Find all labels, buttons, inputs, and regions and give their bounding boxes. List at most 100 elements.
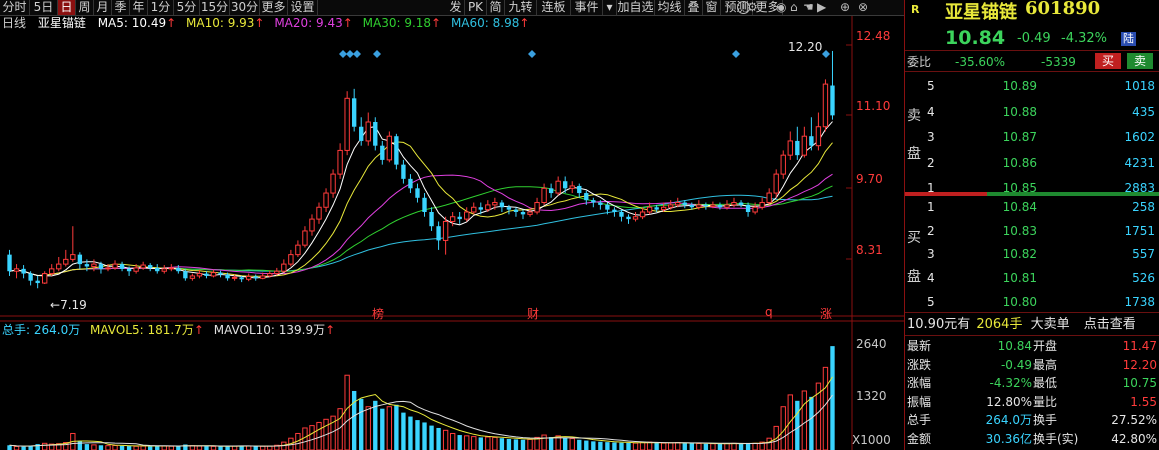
toolbar-button[interactable]: 发 bbox=[447, 0, 465, 15]
price-tick: 12.48 bbox=[856, 29, 891, 43]
volume-bar bbox=[13, 445, 20, 450]
stat-label: 最新 bbox=[907, 339, 932, 353]
ma30-line bbox=[9, 185, 833, 277]
candle-body bbox=[112, 263, 118, 269]
candle-body bbox=[577, 185, 582, 194]
candle-body bbox=[646, 206, 653, 213]
quick-buy-button[interactable]: 买 bbox=[1095, 53, 1121, 69]
candle-body bbox=[422, 197, 427, 212]
volume-bar bbox=[161, 445, 167, 450]
stat-value: 42.80% bbox=[1111, 431, 1157, 446]
toolbar-button[interactable]: 均线 bbox=[655, 0, 685, 15]
volume-bar bbox=[422, 422, 427, 450]
mavol5-label: MAVOL5: 181.7万 bbox=[90, 323, 194, 337]
candle-body bbox=[176, 267, 181, 272]
candle-body bbox=[210, 272, 217, 277]
volume-bar bbox=[724, 443, 730, 450]
kline-chart[interactable] bbox=[0, 16, 904, 450]
dropdown-arrow-icon[interactable]: ▾ bbox=[603, 0, 617, 15]
toolbar-button[interactable]: 简 bbox=[487, 0, 505, 15]
toolbar-button[interactable]: PK bbox=[465, 0, 487, 15]
period-tab[interactable]: 5日 bbox=[30, 0, 58, 15]
candle-body bbox=[302, 230, 308, 246]
candle-body bbox=[809, 136, 814, 146]
candle-body bbox=[773, 173, 779, 194]
volume-bar bbox=[795, 400, 800, 450]
big-order-row[interactable]: 10.90元有 2064手 大卖单 点击查看 bbox=[907, 317, 1159, 333]
event-marker-zhang[interactable]: 涨 bbox=[820, 305, 832, 322]
period-tab[interactable]: 5分 bbox=[174, 0, 200, 15]
period-tab[interactable]: 月 bbox=[94, 0, 112, 15]
candle-body bbox=[126, 268, 132, 272]
basket-icon[interactable]: ⌂ bbox=[790, 0, 798, 15]
toolbar-button[interactable]: 连板 bbox=[537, 0, 571, 15]
add-icon[interactable]: ⊕ bbox=[840, 0, 850, 15]
price-axis: 12.48 11.10 9.70 8.31 bbox=[852, 0, 902, 320]
hand-icon[interactable]: ☚ bbox=[803, 0, 814, 15]
volume-bar bbox=[569, 438, 575, 450]
period-tab[interactable]: 季 bbox=[112, 0, 130, 15]
candle-body bbox=[598, 202, 603, 205]
stat-value: 11.47 bbox=[1122, 339, 1157, 353]
candle-body bbox=[337, 149, 343, 175]
candle-body bbox=[183, 271, 188, 279]
candle-body bbox=[13, 268, 20, 272]
event-marker-q[interactable]: q bbox=[765, 305, 773, 319]
volume-bar bbox=[204, 446, 209, 450]
volume-bar bbox=[801, 390, 808, 450]
candle-body bbox=[148, 265, 153, 268]
candle-body bbox=[309, 218, 315, 232]
candle-body bbox=[408, 178, 413, 189]
period-tab[interactable]: 年 bbox=[130, 0, 148, 15]
view-link[interactable]: 点击查看 bbox=[1084, 317, 1136, 332]
candle-body bbox=[675, 202, 681, 206]
event-diamond bbox=[339, 50, 347, 58]
stat-label: 涨跌 bbox=[907, 357, 932, 372]
mavol5-line bbox=[9, 376, 833, 447]
period-tab[interactable]: 设置 bbox=[288, 0, 318, 15]
order-level: 5 bbox=[927, 294, 935, 309]
volume-tick: 2640 bbox=[856, 337, 887, 351]
stat-value: 30.36亿 bbox=[985, 431, 1032, 446]
period-tab[interactable]: 分时 bbox=[0, 0, 30, 15]
volume-bar bbox=[133, 445, 139, 450]
sell-side-label: 盘 bbox=[907, 146, 921, 162]
candle-body bbox=[49, 268, 55, 275]
stock-code: 601890 bbox=[1025, 0, 1101, 19]
period-tab[interactable]: 周 bbox=[76, 0, 94, 15]
period-tab[interactable]: 更多 bbox=[260, 0, 288, 15]
toolbar-button[interactable]: 加自选 bbox=[617, 0, 655, 15]
toolbar-button[interactable]: 事件 bbox=[571, 0, 603, 15]
volume-bar bbox=[415, 420, 420, 450]
period-tab[interactable]: 30分 bbox=[230, 0, 260, 15]
period-tab[interactable]: 日 bbox=[58, 0, 76, 15]
candle-body bbox=[7, 254, 12, 272]
candle-body bbox=[231, 276, 238, 279]
candle-body bbox=[359, 126, 364, 141]
gear-icon[interactable]: ⚙ bbox=[747, 0, 758, 15]
eye-icon[interactable]: ◉ bbox=[776, 0, 786, 15]
period-tab[interactable]: 1分 bbox=[148, 0, 174, 15]
toolbar-button[interactable]: 九转 bbox=[505, 0, 537, 15]
nav-icon[interactable]: ▶ bbox=[817, 0, 826, 15]
event-marker-bang[interactable]: 榜 bbox=[372, 305, 384, 322]
volume-bar bbox=[380, 408, 385, 450]
quick-sell-button[interactable]: 卖 bbox=[1127, 53, 1153, 69]
volume-bar bbox=[429, 425, 434, 450]
price-tick: 11.10 bbox=[856, 99, 891, 113]
order-level: 3 bbox=[927, 247, 935, 262]
volume-bar bbox=[260, 445, 266, 450]
period-tab[interactable]: 15分 bbox=[200, 0, 230, 15]
toolbar-button[interactable]: 叠 bbox=[685, 0, 703, 15]
candle-body bbox=[464, 211, 470, 220]
event-marker-cai[interactable]: 财 bbox=[527, 305, 539, 322]
ma10-label: MA10: 9.93 bbox=[186, 16, 255, 30]
volume-bar bbox=[830, 346, 835, 450]
volume-bar bbox=[577, 439, 582, 450]
toolbar-button[interactable]: 窗 bbox=[703, 0, 721, 15]
last-price: 10.84 bbox=[945, 27, 1006, 49]
volume-bar bbox=[563, 437, 568, 450]
stat-label: 涨幅 bbox=[907, 376, 932, 390]
price-tick: 9.70 bbox=[856, 172, 883, 186]
high-price-label: 12.20 bbox=[788, 40, 823, 54]
